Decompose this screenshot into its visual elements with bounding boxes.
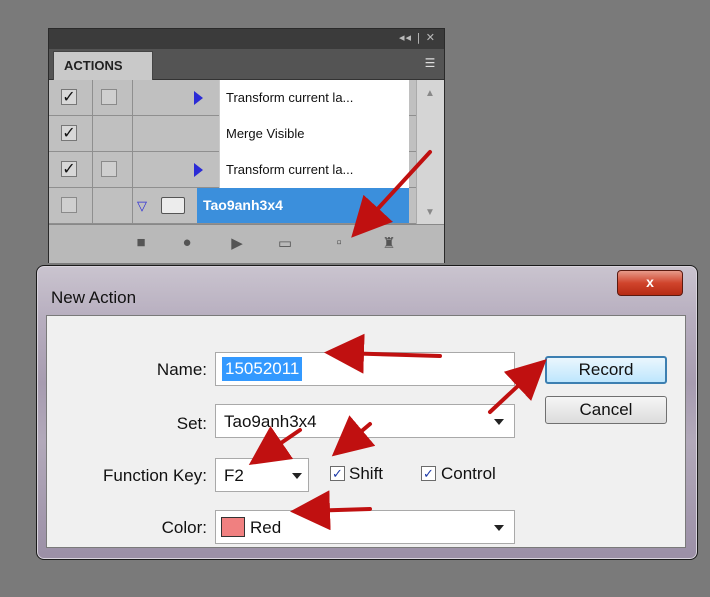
expand-triangle-icon[interactable] bbox=[194, 163, 203, 177]
action-row-label: Transform current la... bbox=[219, 152, 409, 188]
action-row[interactable]: ✓ Merge Visible bbox=[49, 116, 444, 152]
set-label: Set: bbox=[176, 414, 207, 433]
close-button[interactable]: x bbox=[617, 270, 683, 296]
new-action-icon[interactable]: ▫ bbox=[329, 234, 349, 251]
cancel-button[interactable]: Cancel bbox=[545, 396, 667, 424]
action-set-name: Tao9anh3x4 bbox=[203, 197, 283, 213]
toggle-item-cell[interactable]: ✓ bbox=[49, 80, 93, 115]
panel-tab-row: ACTIONS ☰ bbox=[49, 49, 444, 80]
color-swatch bbox=[221, 517, 245, 537]
panel-collapse-close-controls[interactable]: ◂◂ | ✕ bbox=[399, 31, 436, 44]
color-select-value: Red bbox=[250, 518, 282, 537]
function-key-select[interactable]: F2 bbox=[215, 458, 309, 492]
name-input-value: 15052011 bbox=[222, 357, 303, 381]
dialog-toggle-box[interactable] bbox=[101, 89, 117, 105]
panel-footer-toolbar: ■ ● ▶ ▭ ▫ ♜ bbox=[49, 224, 444, 263]
action-row[interactable]: ✓ Transform current la... bbox=[49, 152, 444, 188]
shift-label: Shift bbox=[349, 464, 384, 483]
panel-menu-icon[interactable]: ☰ bbox=[422, 55, 438, 71]
collapse-triangle-icon[interactable]: ▽ bbox=[137, 198, 147, 214]
dialog-toggle-cell[interactable] bbox=[93, 188, 133, 223]
record-icon[interactable]: ● bbox=[177, 234, 197, 251]
dialog-toggle-box[interactable] bbox=[101, 161, 117, 177]
chevron-down-icon[interactable] bbox=[292, 473, 302, 479]
control-checkbox[interactable]: ✓ bbox=[421, 466, 436, 481]
chevron-down-icon[interactable] bbox=[494, 525, 504, 531]
action-row-label: Merge Visible bbox=[219, 116, 409, 152]
toggle-item-cell[interactable]: ✓ bbox=[49, 152, 93, 187]
name-input[interactable]: 15052011 bbox=[215, 352, 515, 386]
folder-icon[interactable]: ▭ bbox=[275, 234, 295, 252]
control-label: Control bbox=[441, 464, 496, 483]
dialog-toggle-cell[interactable] bbox=[93, 152, 133, 187]
color-select[interactable]: Red bbox=[215, 510, 515, 544]
dialog-body: Name: 15052011 Set: Tao9anh3x4 Function … bbox=[46, 315, 686, 548]
panel-title-bar: ◂◂ | ✕ bbox=[49, 29, 444, 49]
action-set-label[interactable]: Tao9anh3x4 bbox=[197, 188, 409, 223]
toggle-empty-box[interactable] bbox=[61, 197, 77, 213]
record-button[interactable]: Record bbox=[545, 356, 667, 384]
toggle-checkmark-icon[interactable]: ✓ bbox=[61, 161, 77, 178]
shift-checkbox[interactable]: ✓ bbox=[330, 466, 345, 481]
dialog-toggle-cell[interactable] bbox=[93, 80, 133, 115]
new-action-dialog: New Action x Name: 15052011 Set: Tao9anh… bbox=[36, 265, 698, 560]
tab-actions[interactable]: ACTIONS bbox=[53, 51, 153, 80]
set-select[interactable]: Tao9anh3x4 bbox=[215, 404, 515, 438]
stop-icon[interactable]: ■ bbox=[131, 234, 151, 251]
panel-scrollbar[interactable]: ▲ ▼ bbox=[416, 80, 444, 224]
expand-triangle-icon[interactable] bbox=[194, 91, 203, 105]
chevron-down-icon[interactable] bbox=[494, 419, 504, 425]
toggle-item-cell[interactable]: ✓ bbox=[49, 116, 93, 151]
action-row[interactable]: ✓ Transform current la... bbox=[49, 80, 444, 116]
toggle-item-cell[interactable] bbox=[49, 188, 93, 223]
set-select-value: Tao9anh3x4 bbox=[224, 412, 317, 431]
actions-list: ✓ Transform current la... ✓ Merge Visibl… bbox=[49, 80, 444, 224]
action-row-label: Transform current la... bbox=[219, 80, 409, 116]
function-key-value: F2 bbox=[224, 466, 244, 485]
function-key-label: Function Key: bbox=[103, 466, 207, 485]
name-label: Name: bbox=[156, 360, 207, 379]
set-folder-icon bbox=[161, 197, 185, 214]
scroll-down-icon[interactable]: ▼ bbox=[425, 207, 435, 218]
play-icon[interactable]: ▶ bbox=[227, 234, 247, 252]
toggle-checkmark-icon[interactable]: ✓ bbox=[61, 89, 77, 106]
scroll-up-icon[interactable]: ▲ bbox=[425, 88, 435, 99]
toggle-checkmark-icon[interactable]: ✓ bbox=[61, 125, 77, 142]
color-label: Color: bbox=[161, 518, 207, 537]
trash-icon[interactable]: ♜ bbox=[379, 234, 399, 252]
dialog-toggle-cell[interactable] bbox=[93, 116, 133, 151]
action-set-row[interactable]: ▽ Tao9anh3x4 bbox=[49, 188, 444, 224]
actions-panel: ◂◂ | ✕ ACTIONS ☰ ✓ Transform current la.… bbox=[48, 28, 445, 263]
dialog-title: New Action bbox=[51, 288, 137, 307]
